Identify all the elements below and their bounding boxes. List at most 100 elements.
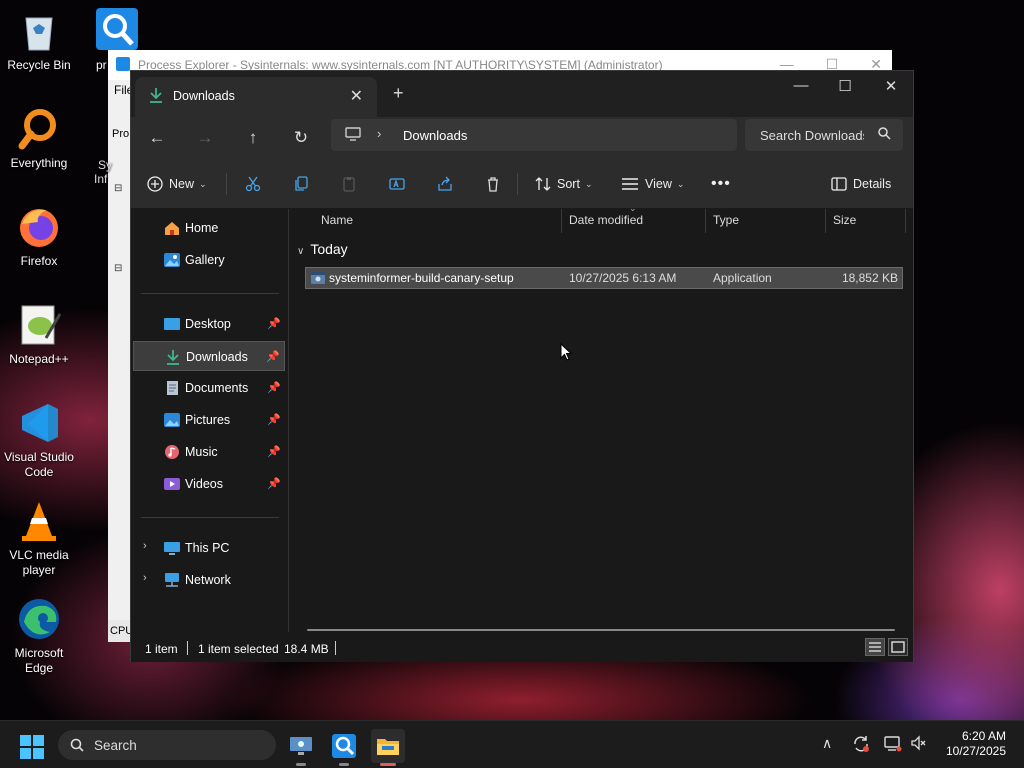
file-name: systeminformer-build-canary-setup	[329, 271, 514, 285]
pin-icon[interactable]: 📌	[267, 317, 281, 330]
tree-collapse-icon[interactable]: ⊟	[114, 263, 122, 274]
delete-button[interactable]	[485, 173, 507, 195]
new-button[interactable]: New ⌄	[147, 173, 207, 195]
chevron-up-icon[interactable]: ∧	[822, 735, 832, 752]
sidebar-item-desktop[interactable]: Desktop 📌	[133, 309, 285, 339]
breadcrumb-downloads[interactable]: Downloads	[403, 128, 467, 143]
up-arrow-icon[interactable]: ↑	[239, 125, 267, 151]
back-arrow-icon[interactable]: ←	[143, 125, 171, 151]
taskbar-app-process-explorer[interactable]	[327, 729, 361, 766]
sidebar-item-this-pc[interactable]: › This PC	[133, 533, 285, 563]
sidebar-item-videos[interactable]: Videos 📌	[133, 469, 285, 499]
breadcrumb-chevron-icon[interactable]: ›	[377, 126, 381, 141]
gallery-icon	[163, 252, 181, 268]
details-pane-button[interactable]: Details	[831, 173, 891, 195]
process-explorer-cpu-label: CPU	[108, 620, 133, 642]
cut-button[interactable]	[245, 173, 267, 195]
tab-downloads[interactable]: Downloads ✕	[135, 77, 377, 117]
new-tab-icon[interactable]: +	[393, 83, 404, 104]
chevron-down-icon: ⌄	[676, 178, 685, 189]
pin-icon[interactable]: 📌	[267, 381, 281, 394]
desktop-icon-recycle-bin[interactable]: Recycle Bin	[0, 8, 78, 73]
rename-button[interactable]	[389, 173, 411, 195]
process-explorer-icon	[96, 8, 142, 54]
column-resize-handle[interactable]	[905, 209, 906, 233]
pin-icon[interactable]: 📌	[267, 413, 281, 426]
explorer-titlebar: Downloads ✕ + — ☐ ✕	[131, 71, 913, 117]
sort-button[interactable]: Sort ⌄	[535, 173, 592, 195]
pin-icon[interactable]: 📌	[267, 477, 281, 490]
copy-button[interactable]	[293, 173, 315, 195]
sidebar-item-network[interactable]: › Network	[133, 565, 285, 595]
taskbar-app-remote-desktop[interactable]	[284, 729, 318, 766]
desktop-icon-edge[interactable]: Microsoft Edge	[0, 596, 78, 676]
tree-collapse-icon[interactable]: ⊟	[114, 183, 122, 194]
application-icon	[310, 271, 326, 288]
taskbar-clock[interactable]: 6:20 AM 10/27/2025	[946, 729, 1006, 759]
plus-circle-icon	[147, 176, 163, 192]
column-resize-handle[interactable]	[561, 209, 562, 233]
notepadpp-icon	[16, 302, 62, 348]
sidebar-item-music[interactable]: Music 📌	[133, 437, 285, 467]
sidebar-item-gallery[interactable]: Gallery	[133, 245, 285, 275]
firefox-icon	[16, 204, 62, 250]
address-bar[interactable]: › Downloads	[331, 119, 737, 151]
clock-time: 6:20 AM	[961, 729, 1006, 743]
sidebar-divider	[141, 517, 279, 518]
refresh-icon[interactable]: ↻	[287, 125, 315, 151]
forward-arrow-icon[interactable]: →	[191, 125, 219, 151]
this-pc-icon	[163, 540, 181, 556]
sync-icon[interactable]	[852, 735, 870, 756]
desktop-icon-notepadpp[interactable]: Notepad++	[0, 302, 78, 367]
mouse-cursor-icon	[560, 343, 572, 361]
sidebar-item-home[interactable]: Home	[133, 213, 285, 243]
windows-start-icon[interactable]	[20, 735, 44, 759]
chevron-right-icon[interactable]: ›	[143, 572, 147, 584]
column-header-size[interactable]: Size	[833, 209, 856, 231]
sidebar-item-downloads[interactable]: Downloads 📌	[133, 341, 285, 371]
close-icon[interactable]: ✕	[871, 77, 911, 95]
more-options-icon[interactable]: •••	[711, 173, 731, 195]
group-header-today[interactable]: ∨ Today	[297, 241, 348, 257]
column-resize-handle[interactable]	[705, 209, 706, 233]
pin-icon[interactable]: 📌	[267, 445, 281, 458]
taskbar-search-box[interactable]: Search	[58, 730, 276, 760]
minimize-icon[interactable]: —	[781, 77, 821, 94]
desktop-icon-vscode[interactable]: Visual Studio Code	[0, 400, 78, 480]
column-resize-handle[interactable]	[825, 209, 826, 233]
music-icon	[163, 444, 181, 460]
large-icons-view-button[interactable]	[888, 638, 908, 656]
paste-button[interactable]	[341, 173, 363, 195]
desktop-icon-vlc[interactable]: VLC media player	[0, 498, 78, 578]
file-explorer-window[interactable]: Downloads ✕ + — ☐ ✕ ← → ↑ ↻ › Downloads …	[130, 70, 914, 662]
tab-close-icon[interactable]: ✕	[350, 86, 363, 106]
share-button[interactable]	[437, 173, 459, 195]
search-input[interactable]: Search Downloads	[745, 119, 903, 151]
share-icon	[438, 176, 452, 191]
status-selection: 1 item selected	[198, 642, 279, 656]
sidebar-divider	[141, 293, 279, 294]
copy-icon	[295, 176, 308, 191]
desktop-icon-everything[interactable]: Everything	[0, 106, 78, 171]
file-size: 18,852 KB	[841, 271, 898, 285]
network-icon	[163, 572, 181, 588]
volume-muted-icon[interactable]	[910, 735, 926, 754]
horizontal-scrollbar[interactable]	[307, 629, 895, 631]
pin-icon[interactable]: 📌	[266, 350, 280, 363]
chevron-right-icon[interactable]: ›	[143, 540, 147, 552]
desktop-icon-firefox[interactable]: Firefox	[0, 204, 78, 269]
file-row[interactable]: systeminformer-build-canary-setup 10/27/…	[305, 267, 903, 289]
sidebar-item-documents[interactable]: Documents 📌	[133, 373, 285, 403]
details-view-button[interactable]	[865, 638, 885, 656]
sidebar-item-pictures[interactable]: Pictures 📌	[133, 405, 285, 435]
view-button[interactable]: View ⌄	[621, 173, 684, 195]
command-separator	[226, 173, 227, 195]
edge-icon	[16, 596, 62, 642]
scissors-icon	[245, 176, 261, 192]
taskbar-app-file-explorer[interactable]	[371, 729, 405, 766]
column-header-type[interactable]: Type	[713, 209, 739, 231]
maximize-icon[interactable]: ☐	[825, 77, 865, 95]
rename-icon	[389, 178, 405, 190]
network-status-icon[interactable]	[884, 735, 902, 756]
column-header-name[interactable]: Name	[321, 209, 353, 231]
